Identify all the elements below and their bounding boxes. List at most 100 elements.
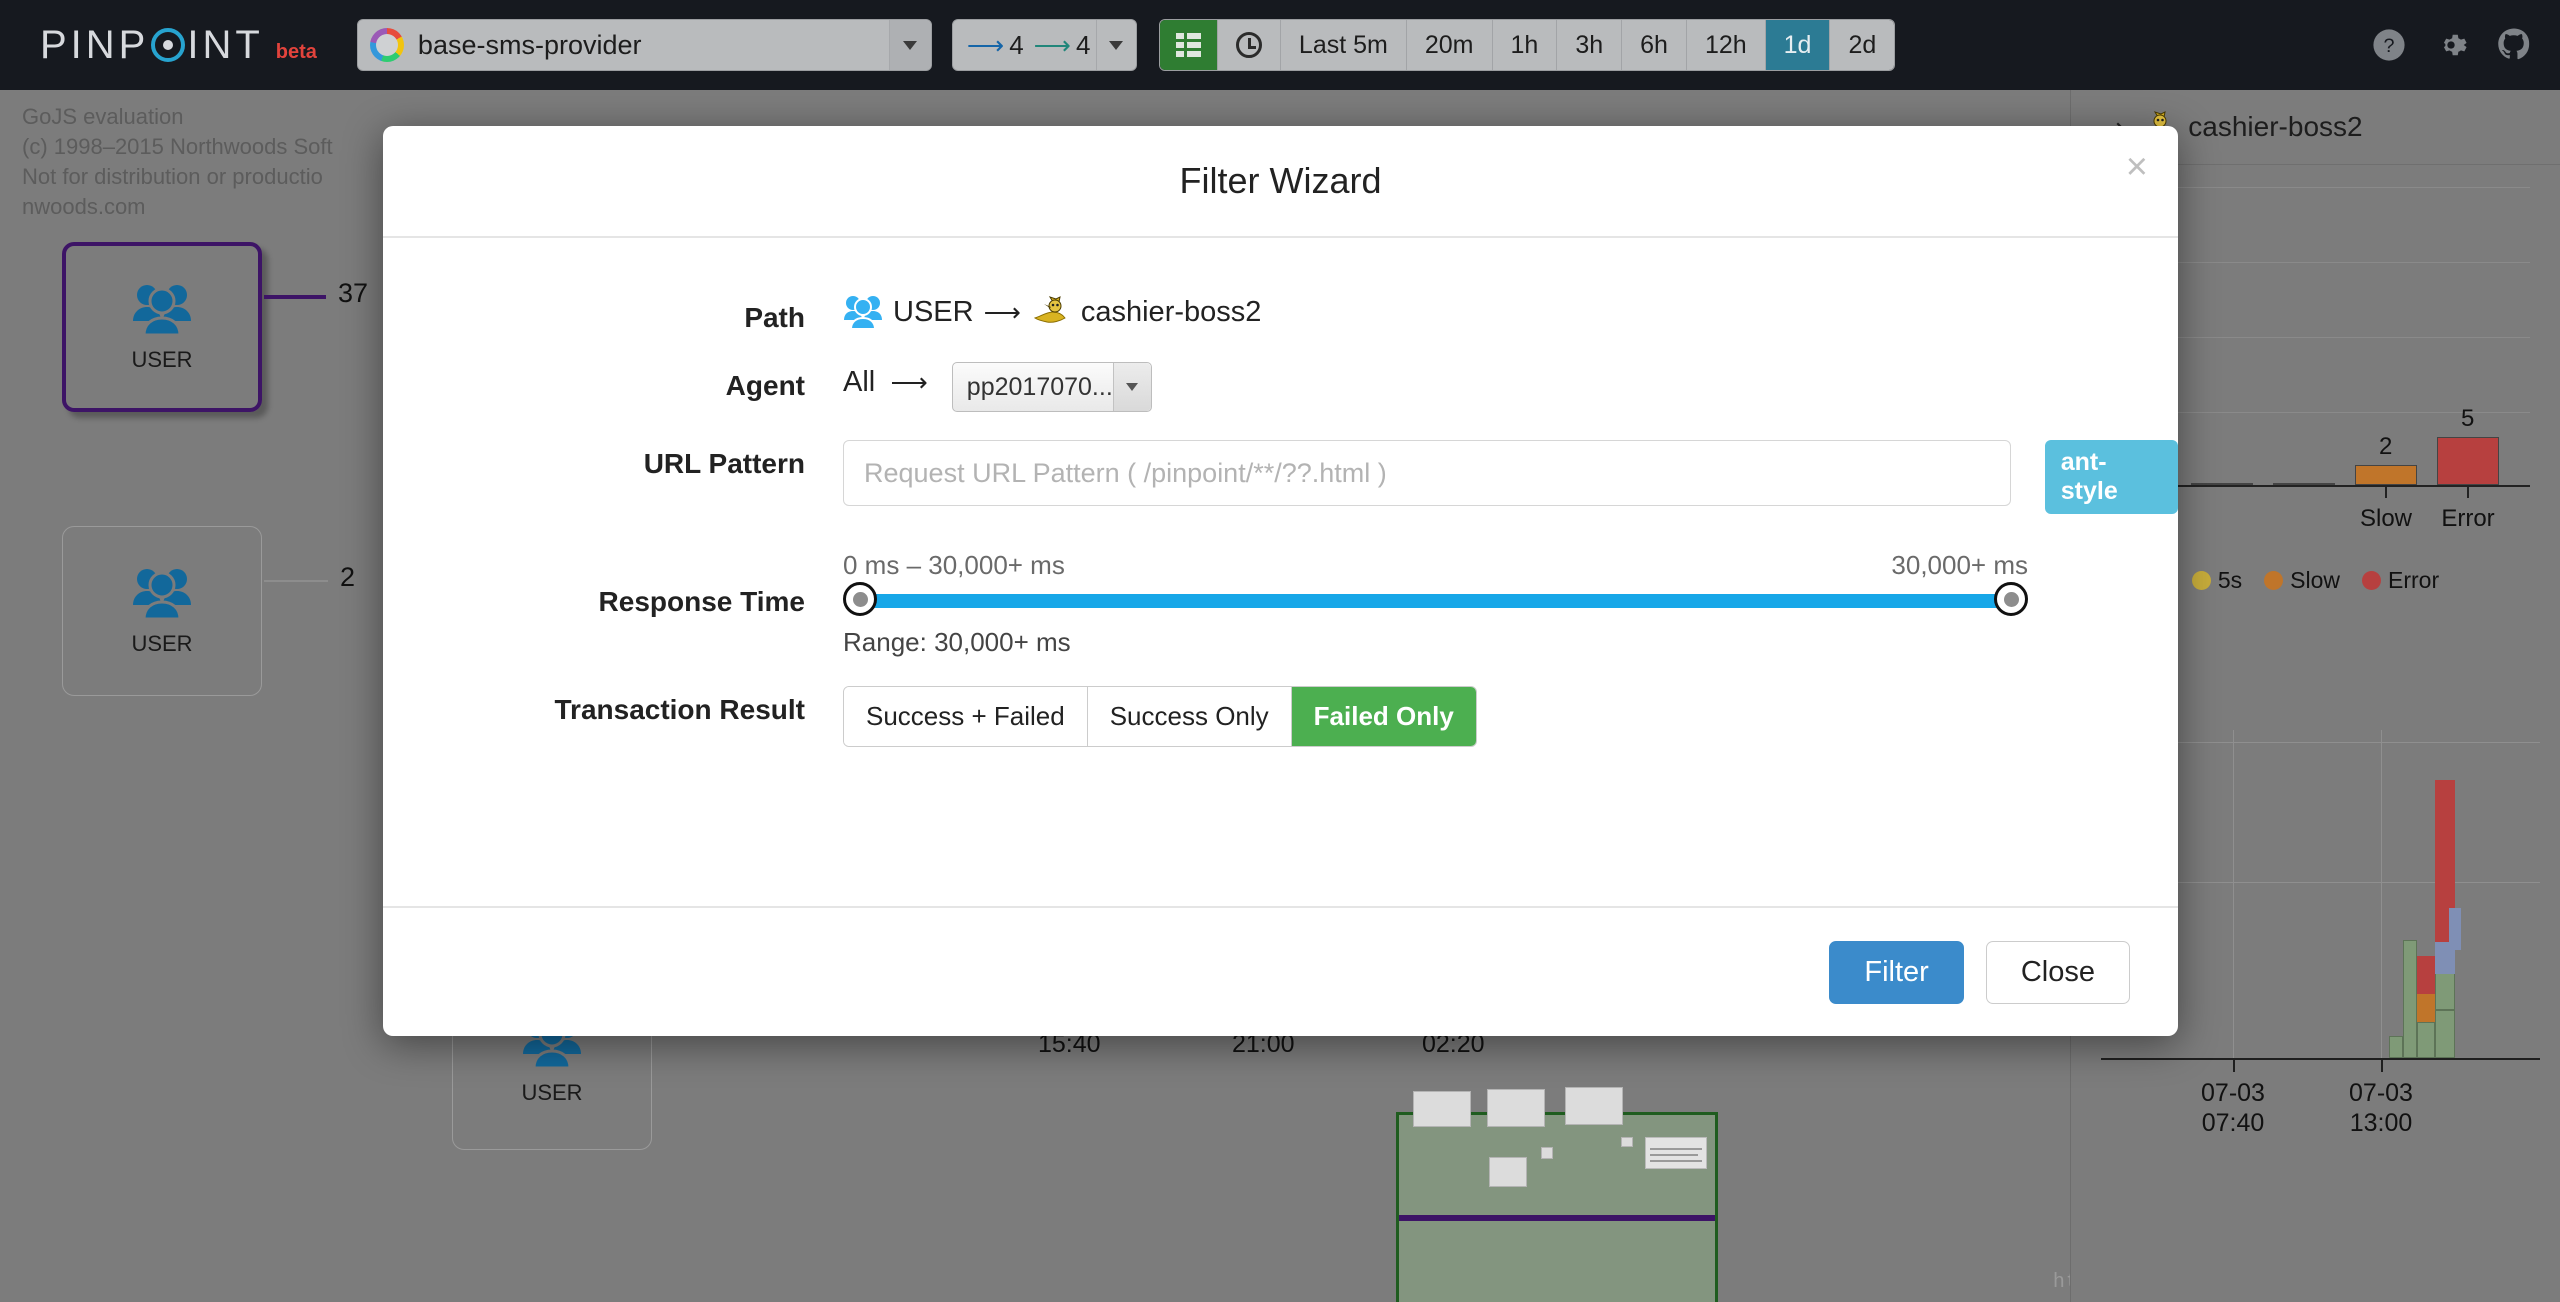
field-row-path: Path USER ⟶ cashier-boss2 [383, 294, 2178, 334]
path-value: USER ⟶ cashier-boss2 [843, 294, 1261, 330]
ant-style-badge[interactable]: ant-style [2044, 440, 2178, 514]
series-error [2417, 956, 2435, 994]
servermap-edge-1 [264, 295, 326, 299]
transaction-result-label: Transaction Result [554, 694, 805, 725]
series-success [2389, 1036, 2403, 1058]
minimap-selection-divider [1399, 1215, 1715, 1221]
response-time-label: Response Time [598, 586, 805, 617]
servermap-node-user-2[interactable]: USER [62, 526, 262, 696]
chevron-down-icon[interactable] [1095, 20, 1136, 70]
transaction-result-group: Success + Failed Success Only Failed Onl… [843, 686, 1477, 747]
minimap-node [1413, 1091, 1471, 1127]
close-icon[interactable]: × [2126, 148, 2148, 186]
bar-value-slow: 2 [2379, 433, 2393, 460]
users-icon [133, 285, 191, 337]
users-icon [844, 296, 882, 330]
series-success [2417, 1022, 2435, 1058]
target-icon [151, 28, 186, 62]
node-label: USER [131, 631, 193, 656]
modal-footer: Filter Close [383, 906, 2178, 1036]
tomcat-icon [1033, 296, 1066, 323]
minimap-node [1541, 1147, 1553, 1159]
field-row-url-pattern: URL Pattern ant-style [383, 440, 2178, 514]
github-icon[interactable] [2496, 27, 2532, 63]
chart-cat-error: Error [2441, 505, 2495, 532]
chevron-down-icon[interactable] [888, 20, 931, 70]
clock-icon[interactable] [1217, 20, 1281, 70]
brand-logo: PINP INT beta [40, 23, 317, 68]
minimap-doc-card [1645, 1137, 1707, 1169]
brand-text: PINP INT [40, 22, 264, 67]
gojs-watermark-line: GoJS evaluation [22, 104, 184, 129]
path-source-label: USER [893, 295, 974, 328]
arrow-right-icon: ⟶ [983, 296, 1021, 327]
transaction-result-success-failed[interactable]: Success + Failed [844, 687, 1088, 746]
minimap-node [1621, 1137, 1633, 1147]
agent-select[interactable]: pp2017070... [951, 362, 1152, 412]
timerange-1h[interactable]: 1h [1492, 20, 1558, 70]
users-icon [133, 569, 191, 621]
field-row-transaction-result: Transaction Result Success + Failed Succ… [383, 686, 2178, 747]
url-pattern-label: URL Pattern [643, 448, 805, 479]
grid-icon[interactable] [1159, 20, 1218, 70]
svg-text:?: ? [2383, 35, 2394, 57]
timerange-12h[interactable]: 12h [1686, 20, 1766, 70]
servermap-edge-count-2: 2 [340, 562, 356, 592]
agent-selected-value: pp2017070... [966, 372, 1113, 401]
timerange-6h[interactable]: 6h [1622, 20, 1687, 70]
url-pattern-input[interactable] [843, 440, 2011, 506]
filter-button[interactable]: Filter [1829, 940, 1964, 1004]
timerange-1d[interactable]: 1d [1765, 20, 1831, 70]
path-label: Path [744, 302, 805, 333]
arrow-right-icon: ⟶ [883, 367, 928, 397]
field-row-agent: Agent All ⟶ pp2017070... [383, 362, 2178, 412]
panel-target-label: cashier-boss2 [2188, 111, 2363, 142]
node-label: USER [131, 347, 193, 372]
chevron-down-icon[interactable] [1112, 363, 1151, 411]
legend-item-5s: 5s [2191, 567, 2242, 594]
timerange-last5m[interactable]: Last 5m [1280, 20, 1407, 70]
servermap-minimap[interactable] [1396, 1087, 1718, 1302]
bar-5s [2273, 483, 2335, 485]
legend-item-error: Error [2362, 567, 2439, 594]
top-navbar: PINP INT beta base-sms-provider ⟶ 4 ⟶ 4 [0, 0, 2560, 90]
modal-header: Filter Wizard × [383, 126, 2178, 238]
minimap-node [1489, 1157, 1527, 1187]
path-target-label: cashier-boss2 [1080, 295, 1262, 328]
arrow-out-icon: ⟶ [1033, 29, 1071, 60]
bar-value-error: 5 [2461, 405, 2475, 432]
timerange-toolbar: Last 5m 20m 1h 3h 6h 12h 1d 2d [1158, 19, 1896, 71]
transaction-result-failed-only[interactable]: Failed Only [1291, 687, 1476, 746]
slider-max-label: 30,000+ ms [1891, 550, 2028, 580]
timerange-2d[interactable]: 2d [1830, 20, 1895, 70]
outbound-depth: ⟶ 4 [1033, 29, 1091, 60]
application-name: base-sms-provider [417, 29, 642, 60]
slider-min-label: 0 ms – 30,000+ ms [843, 550, 1065, 580]
servermap-edge-count-1: 37 [338, 278, 369, 308]
gear-icon[interactable] [2434, 28, 2468, 62]
beta-tag: beta [275, 40, 317, 63]
close-button[interactable]: Close [1985, 940, 2130, 1004]
servermap-node-user-1[interactable]: USER [62, 242, 262, 412]
depth-select[interactable]: ⟶ 4 ⟶ 4 [951, 19, 1137, 71]
response-time-slider[interactable]: 0 ms – 30,000+ ms 30,000+ ms Range: 30,0… [843, 544, 2028, 658]
series-success [2435, 1010, 2455, 1058]
modal-title: Filter Wizard [1179, 160, 1382, 201]
timeaxis-label: 07-03 13:00 [2349, 1079, 2413, 1137]
navbar-actions: ? [2372, 27, 2532, 63]
gojs-watermark: GoJS evaluation (c) 1998–2015 Northwoods… [22, 102, 333, 222]
transaction-result-success-only[interactable]: Success Only [1087, 687, 1292, 746]
filter-wizard-modal: Filter Wizard × Path USER ⟶ cashier-boss… [383, 126, 2178, 1036]
pinpoint-app-window: GoJS evaluation (c) 1998–2015 Northwoods… [0, 0, 2560, 1302]
slider-handle-min[interactable] [843, 582, 877, 616]
field-row-response-time: Response Time 0 ms – 30,000+ ms 30,000+ … [383, 544, 2178, 658]
timerange-3h[interactable]: 3h [1557, 20, 1623, 70]
minimap-node [1487, 1089, 1545, 1127]
timeaxis-label: 07-03 07:40 [2201, 1079, 2265, 1137]
timerange-20m[interactable]: 20m [1406, 20, 1493, 70]
help-icon[interactable]: ? [2372, 28, 2406, 62]
application-select[interactable]: base-sms-provider [356, 19, 932, 71]
slider-rail [855, 594, 2016, 608]
slider-handle-max[interactable] [1994, 582, 2028, 616]
slider-track[interactable] [843, 582, 2028, 616]
